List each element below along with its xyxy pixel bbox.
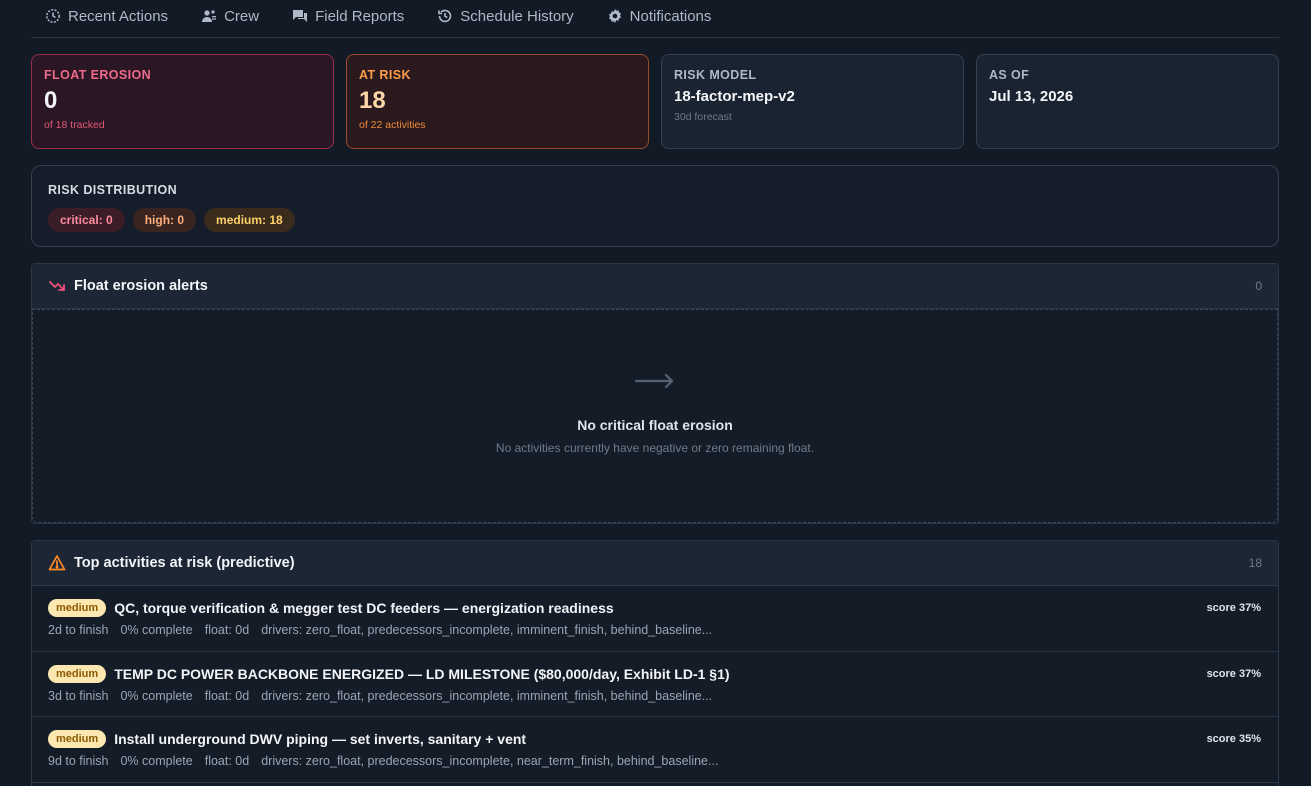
risk-score: score 35% bbox=[1206, 733, 1261, 745]
empty-state: No critical float erosion No activities … bbox=[32, 309, 1278, 523]
nav-notifications-label: Notifications bbox=[629, 7, 712, 25]
nav-notifications[interactable]: Notifications bbox=[607, 0, 712, 32]
risk-distribution-panel: RISK DISTRIBUTION critical: 0 high: 0 me… bbox=[31, 165, 1279, 247]
days-to-finish: 3d to finish bbox=[48, 688, 109, 703]
at-risk-value: 18 bbox=[359, 87, 386, 114]
top-activities-at-risk-panel: Top activities at risk (predictive) 18 m… bbox=[31, 540, 1279, 786]
activity-title: TEMP DC POWER BACKBONE ENERGIZED — LD MI… bbox=[114, 665, 730, 682]
risk-badge: medium bbox=[48, 730, 107, 748]
float-erosion-alerts-title: Float erosion alerts bbox=[74, 278, 208, 294]
critical-count-pill[interactable]: critical: 0 bbox=[48, 208, 125, 232]
risk-model-label: RISK MODEL bbox=[674, 68, 757, 82]
percent-complete: 0% complete bbox=[120, 688, 193, 703]
activity-title: QC, torque verification & megger test DC… bbox=[114, 600, 614, 616]
float-erosion-sub: of 18 tracked bbox=[44, 119, 105, 131]
risk-score: score 37% bbox=[1206, 667, 1261, 680]
nav-recent-actions-label: Recent Actions bbox=[68, 7, 169, 25]
nav-field-reports[interactable]: Field Reports bbox=[292, 0, 404, 32]
history-icon bbox=[438, 9, 452, 23]
float-erosion-card: FLOAT EROSION 0 of 18 tracked bbox=[31, 54, 334, 149]
risk-model-sub: 30d forecast bbox=[674, 111, 732, 123]
list-item[interactable]: medium TEMP DC POWER BACKBONE ENERGIZED … bbox=[32, 652, 1278, 717]
top-activities-count: 18 bbox=[1248, 556, 1262, 570]
percent-complete: 0% complete bbox=[120, 754, 193, 768]
nav-crew[interactable]: Crew bbox=[201, 0, 259, 32]
activity-title: Install underground DWV piping — set inv… bbox=[114, 731, 527, 747]
warning-icon bbox=[48, 555, 66, 571]
top-nav: Recent Actions Crew Field Reports Schedu… bbox=[31, 0, 1279, 38]
float-erosion-alerts-panel: Float erosion alerts 0 No critical float… bbox=[31, 263, 1279, 524]
arrow-right-icon bbox=[635, 373, 674, 389]
trending-down-icon bbox=[49, 281, 65, 291]
risk-drivers: drivers: zero_float, predecessors_incomp… bbox=[261, 688, 713, 703]
nav-field-reports-label: Field Reports bbox=[315, 7, 405, 25]
empty-state-subtitle: No activities currently have negative or… bbox=[495, 441, 815, 455]
top-activities-header[interactable]: Top activities at risk (predictive) 18 bbox=[32, 541, 1278, 586]
top-activities-title: Top activities at risk (predictive) bbox=[74, 555, 295, 571]
as-of-card: AS OF Jul 13, 2026 bbox=[976, 54, 1279, 149]
float-erosion-alerts-header[interactable]: Float erosion alerts 0 bbox=[32, 264, 1278, 309]
nav-schedule-history[interactable]: Schedule History bbox=[437, 0, 574, 32]
days-to-finish: 9d to finish bbox=[48, 754, 109, 768]
float-erosion-label: FLOAT EROSION bbox=[44, 68, 152, 82]
as-of-label: AS OF bbox=[989, 68, 1030, 82]
nav-recent-actions[interactable]: Recent Actions bbox=[45, 0, 168, 32]
risk-model-value: 18-factor-mep-v2 bbox=[674, 88, 795, 105]
risk-score: score 37% bbox=[1206, 602, 1261, 614]
list-item[interactable]: medium QC, torque verification & megger … bbox=[32, 586, 1278, 652]
empty-state-title: No critical float erosion bbox=[577, 417, 733, 433]
at-risk-label: AT RISK bbox=[359, 68, 411, 82]
risk-drivers: drivers: zero_float, predecessors_incomp… bbox=[261, 754, 719, 768]
nav-crew-label: Crew bbox=[224, 7, 260, 25]
medium-count-pill[interactable]: medium: 18 bbox=[204, 208, 295, 232]
at-risk-sub: of 22 activities bbox=[359, 119, 426, 131]
float-value: float: 0d bbox=[204, 754, 250, 768]
percent-complete: 0% complete bbox=[120, 623, 193, 637]
float-value: float: 0d bbox=[204, 688, 250, 703]
list-item[interactable]: medium Install underground DWV piping — … bbox=[32, 717, 1278, 783]
crew-icon bbox=[202, 10, 217, 22]
as-of-value: Jul 13, 2026 bbox=[989, 88, 1074, 105]
risk-model-card: RISK MODEL 18-factor-mep-v2 30d forecast bbox=[661, 54, 964, 149]
days-to-finish: 2d to finish bbox=[48, 623, 109, 637]
risk-distribution-label: RISK DISTRIBUTION bbox=[48, 183, 178, 197]
float-erosion-value: 0 bbox=[44, 87, 58, 114]
high-count-pill[interactable]: high: 0 bbox=[132, 208, 197, 232]
gear-icon bbox=[608, 9, 621, 23]
clock-icon bbox=[46, 9, 60, 23]
nav-schedule-history-label: Schedule History bbox=[460, 7, 574, 25]
at-risk-card: AT RISK 18 of 22 activities bbox=[346, 54, 649, 149]
chat-icon bbox=[293, 10, 308, 22]
risk-badge: medium bbox=[48, 599, 107, 617]
risk-drivers: drivers: zero_float, predecessors_incomp… bbox=[261, 623, 713, 637]
risk-badge: medium bbox=[48, 664, 107, 683]
float-erosion-alerts-count: 0 bbox=[1255, 279, 1262, 293]
float-value: float: 0d bbox=[204, 623, 250, 637]
